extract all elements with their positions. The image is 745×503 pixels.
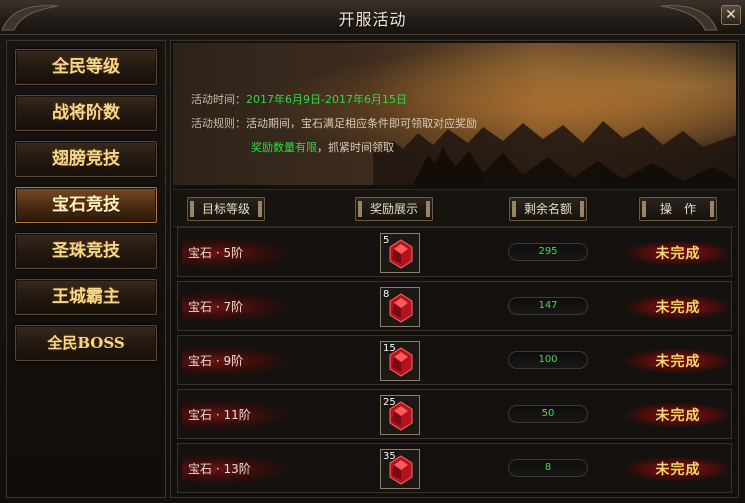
sidebar-item-label: 圣珠竞技 [52, 241, 120, 261]
table-row: 宝石 · 9阶 15 100 未完成 [177, 335, 732, 385]
header-reward-display: 奖励展示 [355, 197, 433, 221]
remaining-slots: 8 [508, 459, 588, 477]
reward-slot[interactable]: 35 [380, 449, 420, 489]
status-label: 未完成 [655, 354, 701, 370]
header-operation: 操 作 [639, 197, 717, 221]
status-label: 未完成 [655, 300, 701, 316]
reward-slot[interactable]: 5 [380, 233, 420, 273]
main-panel: 活动时间：2017年6月9日-2017年6月15日 活动规则：活动期间，宝石满足… [170, 40, 739, 498]
status-incomplete-button[interactable]: 未完成 [626, 401, 730, 429]
header-target-level: 目标等级 [187, 197, 265, 221]
table-row: 宝石 · 13阶 35 8 未完成 [177, 443, 732, 493]
sidebar: 全民等级 战将阶数 翅膀竞技 宝石竞技 圣珠竞技 王城霸主 全民BOSS [6, 40, 166, 498]
status-label: 未完成 [655, 462, 701, 478]
table-row: 宝石 · 7阶 8 147 未完成 [177, 281, 732, 331]
event-window: 开服活动 ✕ 全民等级 战将阶数 翅膀竞技 宝石竞技 圣珠竞技 王城霸主 全民B… [0, 0, 745, 503]
event-rule-label: 活动规则： [191, 117, 246, 130]
event-notice-row: 奖励数量有限，抓紧时间领取 [251, 139, 394, 155]
reward-slot[interactable]: 15 [380, 341, 420, 381]
sidebar-item-gem-competition[interactable]: 宝石竞技 [15, 187, 157, 223]
target-level: 宝石 · 9阶 [188, 354, 244, 368]
reward-slot[interactable]: 25 [380, 395, 420, 435]
remaining-slots: 100 [508, 351, 588, 369]
table-header: 目标等级 奖励展示 剩余名额 操 作 [173, 189, 736, 227]
close-button[interactable]: ✕ [721, 5, 741, 25]
sidebar-item-general-rank[interactable]: 战将阶数 [15, 95, 157, 131]
remaining-slots: 147 [508, 297, 588, 315]
red-gem-icon [389, 293, 413, 323]
battle-scene-illustration [373, 121, 736, 185]
sidebar-item-label: 全民BOSS [47, 334, 125, 352]
target-level: 宝石 · 13阶 [188, 462, 251, 476]
red-gem-icon [389, 401, 413, 431]
remaining-slots: 50 [508, 405, 588, 423]
red-gem-icon [389, 239, 413, 269]
remaining-slots: 295 [508, 243, 588, 261]
table-row: 宝石 · 5阶 5 295 未完成 [177, 227, 732, 277]
sidebar-item-wing-competition[interactable]: 翅膀竞技 [15, 141, 157, 177]
status-incomplete-button[interactable]: 未完成 [626, 293, 730, 321]
status-incomplete-button[interactable]: 未完成 [626, 455, 730, 483]
sidebar-item-label: 王城霸主 [52, 287, 120, 307]
event-rule-text: 活动期间，宝石满足相应条件即可领取对应奖励 [246, 117, 477, 130]
reward-slot[interactable]: 8 [380, 287, 420, 327]
event-rule-row: 活动规则：活动期间，宝石满足相应条件即可领取对应奖励 [191, 115, 477, 131]
sidebar-item-label: 宝石竞技 [52, 195, 120, 215]
sidebar-item-holy-orb-competition[interactable]: 圣珠竞技 [15, 233, 157, 269]
status-label: 未完成 [655, 246, 701, 262]
corner-ornament-icon [660, 5, 718, 31]
window-title: 开服活动 [338, 10, 407, 29]
red-gem-icon [389, 347, 413, 377]
status-incomplete-button[interactable]: 未完成 [626, 347, 730, 375]
status-label: 未完成 [655, 408, 701, 424]
event-time-row: 活动时间：2017年6月9日-2017年6月15日 [191, 91, 407, 107]
sidebar-item-label: 全民等级 [52, 57, 120, 77]
sidebar-item-label: 战将阶数 [52, 103, 120, 123]
target-level: 宝石 · 11阶 [188, 408, 251, 422]
event-time-label: 活动时间： [191, 93, 246, 106]
title-bar: 开服活动 ✕ [0, 0, 745, 35]
event-notice-text: ，抓紧时间领取 [317, 141, 394, 154]
sidebar-item-castle-lord[interactable]: 王城霸主 [15, 279, 157, 315]
status-incomplete-button[interactable]: 未完成 [626, 239, 730, 267]
event-time-value: 2017年6月9日-2017年6月15日 [246, 93, 407, 106]
table-row: 宝石 · 11阶 25 50 未完成 [177, 389, 732, 439]
target-level: 宝石 · 5阶 [188, 246, 244, 260]
sidebar-item-national-level[interactable]: 全民等级 [15, 49, 157, 85]
sidebar-item-label: 翅膀竞技 [52, 149, 120, 169]
sidebar-item-national-boss[interactable]: 全民BOSS [15, 325, 157, 361]
event-banner: 活动时间：2017年6月9日-2017年6月15日 活动规则：活动期间，宝石满足… [173, 43, 736, 185]
target-level: 宝石 · 7阶 [188, 300, 244, 314]
event-notice-highlight: 奖励数量有限 [251, 141, 317, 154]
red-gem-icon [389, 455, 413, 485]
header-remaining-slots: 剩余名额 [509, 197, 587, 221]
